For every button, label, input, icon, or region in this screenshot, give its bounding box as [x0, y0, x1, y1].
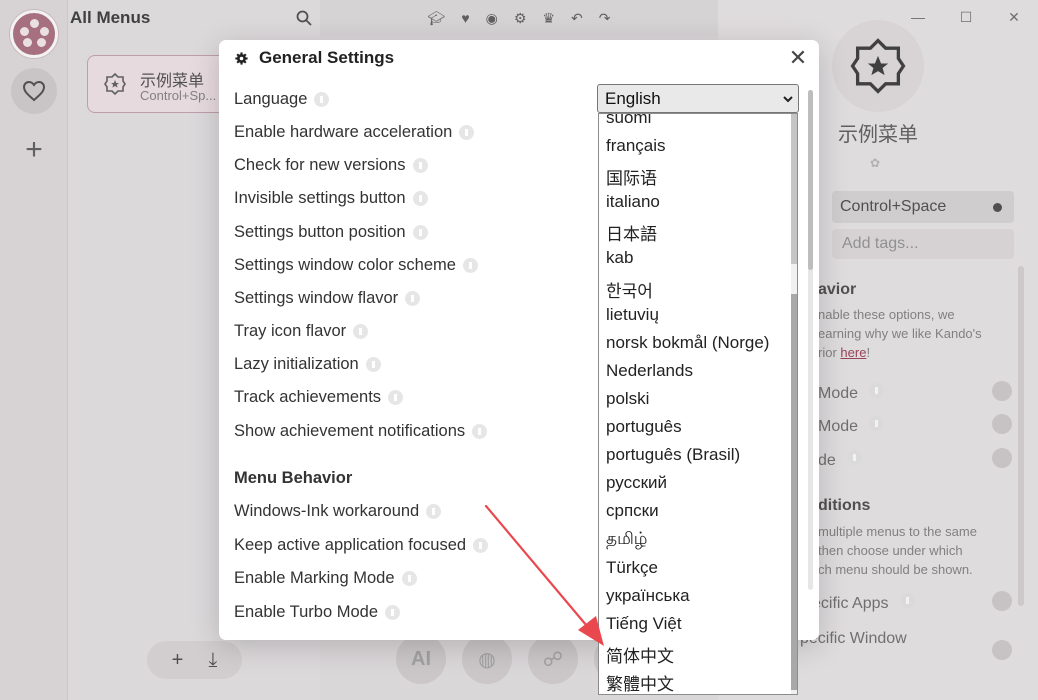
dropdown-scrollbar-track-upper: [791, 114, 797, 264]
setting-color-scheme: Settings window color scheme: [234, 256, 478, 275]
setting-keep-focused: Keep active application focused: [234, 536, 489, 555]
setting-hardware-acceleration: Enable hardware acceleration: [234, 123, 475, 142]
info-icon[interactable]: [472, 424, 488, 439]
language-option[interactable]: suomi: [606, 114, 651, 128]
language-option[interactable]: italiano: [606, 192, 660, 212]
language-option[interactable]: 日本語: [606, 220, 657, 245]
language-dropdown-list: suomi français 国际语 italiano 日本語 kab 한국어 …: [598, 113, 798, 695]
setting-button-position: Settings button position: [234, 223, 428, 242]
language-option[interactable]: Türkçe: [606, 558, 658, 578]
language-option[interactable]: 国际语: [606, 164, 657, 189]
dropdown-scrollbar-thumb[interactable]: [791, 294, 797, 690]
language-option[interactable]: Tiếng Việt: [606, 614, 682, 634]
chevron-down-icon: [783, 96, 793, 103]
dialog-title: General Settings: [259, 48, 395, 67]
language-option[interactable]: српски: [606, 501, 659, 521]
language-option[interactable]: українська: [606, 586, 690, 606]
language-option[interactable]: français: [606, 136, 666, 156]
language-option[interactable]: português: [606, 417, 682, 437]
language-option[interactable]: 繁體中文: [606, 670, 674, 694]
info-icon[interactable]: [405, 291, 421, 306]
info-icon[interactable]: [459, 125, 475, 140]
language-option[interactable]: polski: [606, 389, 649, 409]
language-option[interactable]: lietuvių: [606, 305, 659, 325]
language-option[interactable]: português (Brasil): [606, 445, 740, 465]
language-option[interactable]: 한국어: [606, 277, 653, 302]
info-icon[interactable]: [462, 258, 478, 273]
section-menu-behavior: Menu Behavior: [234, 469, 353, 487]
info-icon[interactable]: [401, 571, 417, 586]
language-option[interactable]: Nederlands: [606, 361, 693, 381]
dialog-scrollbar[interactable]: [808, 90, 813, 590]
info-icon[interactable]: [388, 390, 404, 405]
annotation-arrow-icon: [484, 504, 604, 646]
setting-windows-ink: Windows-Ink workaround: [234, 502, 442, 521]
setting-lazy-init: Lazy initialization: [234, 355, 381, 374]
info-icon[interactable]: [314, 92, 330, 107]
language-select[interactable]: English: [597, 84, 799, 113]
language-option[interactable]: norsk bokmål (Norge): [606, 333, 769, 353]
info-icon[interactable]: [365, 357, 381, 372]
close-icon[interactable]: ✕: [787, 47, 809, 70]
language-option[interactable]: தமிழ்: [606, 529, 648, 551]
setting-track-achievements: Track achievements: [234, 388, 404, 407]
setting-invisible-button: Invisible settings button: [234, 189, 428, 208]
setting-check-versions: Check for new versions: [234, 156, 428, 175]
info-icon[interactable]: [412, 158, 428, 173]
info-icon[interactable]: [426, 504, 442, 519]
info-icon[interactable]: [412, 191, 428, 206]
setting-turbo-mode: Enable Turbo Mode: [234, 603, 401, 622]
language-select-value: English: [605, 89, 661, 108]
setting-window-flavor: Settings window flavor: [234, 289, 421, 308]
info-icon[interactable]: [412, 225, 428, 240]
dropdown-scrollbar[interactable]: [791, 114, 797, 694]
info-icon[interactable]: [353, 324, 369, 339]
info-icon[interactable]: [385, 605, 401, 620]
language-option[interactable]: kab: [606, 248, 633, 268]
setting-marking-mode: Enable Marking Mode: [234, 569, 417, 588]
gear-icon: [235, 52, 248, 65]
setting-achievement-notifications: Show achievement notifications: [234, 422, 488, 441]
language-option-simplified-chinese[interactable]: 简体中文: [606, 642, 674, 667]
dialog-scrollbar-thumb[interactable]: [808, 90, 813, 270]
setting-tray-icon-flavor: Tray icon flavor: [234, 322, 369, 341]
language-option[interactable]: русский: [606, 473, 667, 493]
setting-language: Language: [234, 90, 330, 109]
